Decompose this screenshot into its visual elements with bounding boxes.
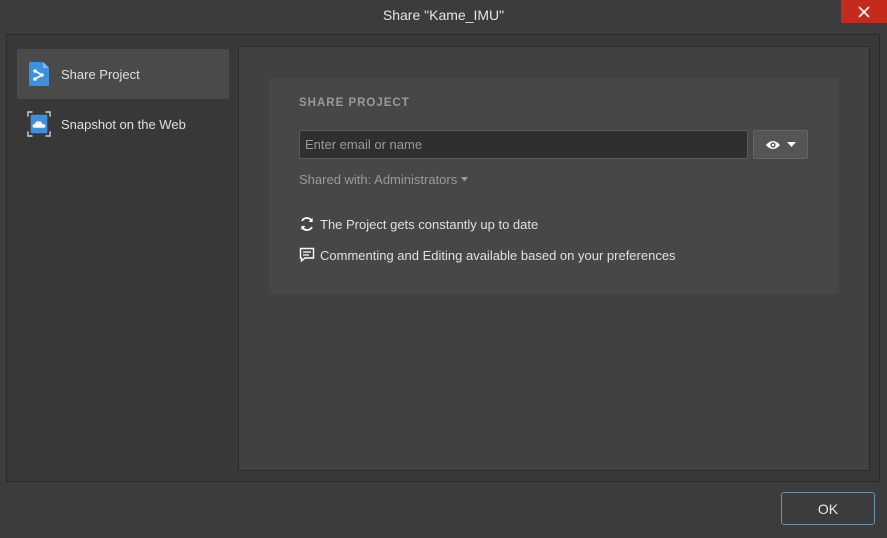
sidebar-item-label: Share Project	[61, 66, 140, 82]
dialog-body: Share Project Snapshot on the Web SHARE …	[6, 34, 880, 482]
chevron-down-icon	[787, 141, 796, 147]
shared-with-dropdown[interactable]: Shared with: Administrators	[299, 172, 469, 187]
shared-with-label: Shared with: Administrators	[299, 172, 458, 187]
eye-icon	[766, 140, 780, 149]
comment-icon	[299, 247, 315, 263]
share-project-icon	[27, 60, 51, 88]
ok-button[interactable]: OK	[781, 492, 875, 525]
sidebar-item-share-project[interactable]: Share Project	[17, 49, 229, 99]
sidebar-item-snapshot-web[interactable]: Snapshot on the Web	[17, 99, 229, 149]
snapshot-cloud-icon	[27, 110, 51, 138]
section-heading: SHARE PROJECT	[299, 97, 410, 109]
email-input[interactable]	[299, 130, 748, 159]
title-bar: Share "Kame_IMU"	[0, 0, 887, 30]
feature-text: The Project gets constantly up to date	[320, 216, 539, 232]
caret-down-icon	[461, 177, 469, 182]
close-icon	[858, 5, 870, 18]
content-panel: SHARE PROJECT Shared with: Administrator…	[238, 46, 870, 471]
permission-dropdown-button[interactable]	[753, 130, 808, 159]
sync-icon	[299, 216, 315, 232]
feature-auto-update: The Project gets constantly up to date	[299, 216, 538, 232]
window-title: Share "Kame_IMU"	[382, 7, 505, 23]
sidebar-item-label: Snapshot on the Web	[61, 116, 186, 132]
feature-text: Commenting and Editing available based o…	[320, 247, 676, 263]
share-project-card: SHARE PROJECT Shared with: Administrator…	[269, 78, 839, 294]
footer: OK	[0, 484, 887, 538]
sidebar: Share Project Snapshot on the Web	[17, 49, 229, 149]
feature-commenting: Commenting and Editing available based o…	[299, 247, 676, 263]
close-button[interactable]	[841, 0, 887, 23]
